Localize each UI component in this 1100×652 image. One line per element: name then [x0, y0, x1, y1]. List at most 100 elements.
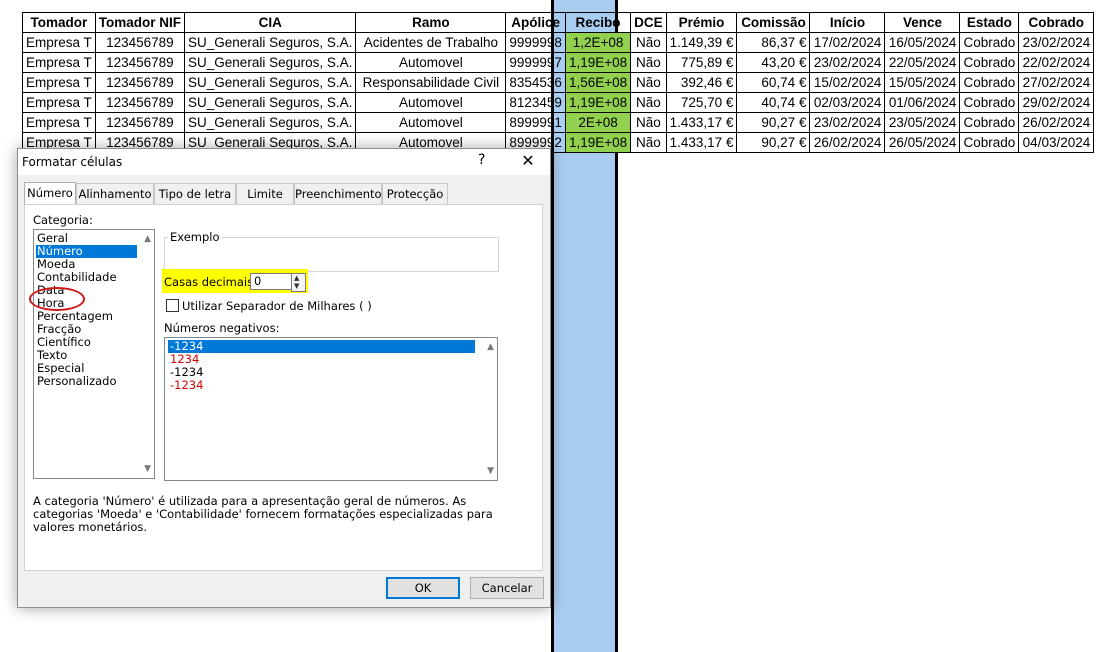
cell-recibo[interactable]: 1,19E+08 — [564, 132, 632, 153]
cell-premio[interactable]: 392,46 € — [665, 72, 738, 93]
header-comissao[interactable]: Comissão — [736, 12, 811, 33]
cell-apolice[interactable]: 8123459 — [505, 92, 566, 113]
spin-up-icon[interactable]: ▲ — [294, 274, 299, 282]
cell-recibo[interactable]: 1,56E+08 — [564, 72, 632, 93]
scroll-up-icon[interactable]: ▲ — [487, 342, 494, 352]
cell-nif[interactable]: 123456789 — [94, 112, 186, 133]
cell-recibo[interactable]: 2E+08 — [564, 112, 632, 133]
header-dce[interactable]: DCE — [630, 12, 667, 33]
header-premio[interactable]: Prémio — [665, 12, 738, 33]
cell-ramo[interactable]: Automovel — [355, 52, 507, 73]
cell-estado[interactable]: Cobrado — [959, 92, 1020, 113]
scroll-down-icon[interactable]: ▼ — [487, 466, 494, 476]
cell-tomador[interactable]: Empresa T — [22, 112, 96, 133]
cell-tomador[interactable]: Empresa T — [22, 72, 96, 93]
tab-numero[interactable]: Número — [24, 182, 76, 206]
cell-comissao[interactable]: 40,74 € — [736, 92, 811, 113]
header-cia[interactable]: CIA — [184, 12, 357, 33]
cell-estado[interactable]: Cobrado — [959, 112, 1020, 133]
category-list[interactable]: Geral Número Moeda Contabilidade Data Ho… — [33, 229, 155, 479]
negative-format-item-selected[interactable]: -1234 — [168, 340, 475, 353]
cell-vence[interactable]: 22/05/2024 — [884, 52, 961, 73]
cell-ramo[interactable]: Automovel — [355, 92, 507, 113]
cell-dce[interactable]: Não — [630, 132, 667, 153]
spin-down-icon[interactable]: ▼ — [294, 282, 299, 290]
cell-inicio[interactable]: 23/02/2024 — [809, 52, 886, 73]
cell-comissao[interactable]: 86,37 € — [736, 32, 811, 53]
cell-inicio[interactable]: 23/02/2024 — [809, 112, 886, 133]
cell-dce[interactable]: Não — [630, 92, 667, 113]
cell-recibo[interactable]: 1,19E+08 — [564, 92, 632, 113]
cell-inicio[interactable]: 17/02/2024 — [809, 32, 886, 53]
cell-comissao[interactable]: 90,27 € — [736, 132, 811, 153]
cell-estado[interactable]: Cobrado — [959, 132, 1020, 153]
header-ramo[interactable]: Ramo — [355, 12, 507, 33]
cell-apolice[interactable]: 8999991 — [505, 112, 566, 133]
cell-cia[interactable]: SU_Generali Seguros, S.A. — [184, 32, 357, 53]
header-tomador[interactable]: Tomador — [22, 12, 96, 33]
cell-vence[interactable]: 16/05/2024 — [884, 32, 961, 53]
thousands-separator-checkbox[interactable] — [166, 299, 179, 312]
cell-inicio[interactable]: 02/03/2024 — [809, 92, 886, 113]
category-item[interactable]: Personalizado — [36, 375, 117, 388]
negative-format-item[interactable]: -1234 — [168, 379, 203, 392]
cell-vence[interactable]: 01/06/2024 — [884, 92, 961, 113]
ok-button[interactable]: OK — [386, 577, 460, 599]
cell-nif[interactable]: 123456789 — [94, 52, 186, 73]
cell-nif[interactable]: 123456789 — [94, 92, 186, 113]
cell-apolice[interactable]: 8354536 — [505, 72, 566, 93]
cell-vence[interactable]: 15/05/2024 — [884, 72, 961, 93]
dialog-titlebar[interactable]: Formatar células ? ✕ — [18, 149, 550, 175]
cell-cia[interactable]: SU_Generali Seguros, S.A. — [184, 52, 357, 73]
scroll-down-icon[interactable]: ▼ — [144, 464, 151, 474]
cell-dce[interactable]: Não — [630, 72, 667, 93]
cell-cia[interactable]: SU_Generali Seguros, S.A. — [184, 92, 357, 113]
cell-cobrado[interactable]: 29/02/2024 — [1018, 92, 1095, 113]
cell-dce[interactable]: Não — [630, 52, 667, 73]
header-cobrado[interactable]: Cobrado — [1018, 12, 1095, 33]
cancel-button[interactable]: Cancelar — [470, 577, 544, 599]
tab-preenchimento[interactable]: Preenchimento — [294, 183, 382, 205]
header-vence[interactable]: Vence — [884, 12, 961, 33]
cell-cobrado[interactable]: 23/02/2024 — [1018, 32, 1095, 53]
cell-vence[interactable]: 23/05/2024 — [884, 112, 961, 133]
scroll-up-icon[interactable]: ▲ — [144, 234, 151, 244]
cell-cia[interactable]: SU_Generali Seguros, S.A. — [184, 112, 357, 133]
header-inicio[interactable]: Início — [809, 12, 886, 33]
tab-tipo-de-letra[interactable]: Tipo de letra — [154, 183, 236, 205]
cell-recibo[interactable]: 1,2E+08 — [564, 32, 632, 53]
cell-ramo[interactable]: Acidentes de Trabalho — [355, 32, 507, 53]
cell-ramo[interactable]: Automovel — [355, 112, 507, 133]
cell-cobrado[interactable]: 27/02/2024 — [1018, 72, 1095, 93]
cell-cobrado[interactable]: 04/03/2024 — [1018, 132, 1095, 153]
cell-comissao[interactable]: 43,20 € — [736, 52, 811, 73]
negative-numbers-list[interactable]: -1234 1234 -1234 -1234 ▲ ▼ — [164, 337, 498, 481]
close-icon[interactable]: ✕ — [516, 151, 540, 171]
cell-premio[interactable]: 1.433,17 € — [665, 132, 738, 153]
cell-dce[interactable]: Não — [630, 112, 667, 133]
decimal-places-input[interactable]: 0 — [250, 273, 295, 290]
cell-nif[interactable]: 123456789 — [94, 32, 186, 53]
tab-alinhamento[interactable]: Alinhamento — [76, 183, 154, 205]
cell-estado[interactable]: Cobrado — [959, 72, 1020, 93]
cell-inicio[interactable]: 15/02/2024 — [809, 72, 886, 93]
cell-premio[interactable]: 1.433,17 € — [665, 112, 738, 133]
header-recibo[interactable]: Recibo — [564, 12, 632, 33]
cell-cia[interactable]: SU_Generali Seguros, S.A. — [184, 72, 357, 93]
cell-tomador[interactable]: Empresa T — [22, 32, 96, 53]
cell-dce[interactable]: Não — [630, 32, 667, 53]
cell-premio[interactable]: 775,89 € — [665, 52, 738, 73]
thousands-separator-label[interactable]: Utilizar Separador de Milhares ( ) — [182, 299, 372, 313]
cell-cobrado[interactable]: 26/02/2024 — [1018, 112, 1095, 133]
help-button[interactable]: ? — [478, 152, 485, 168]
cell-vence[interactable]: 26/05/2024 — [884, 132, 961, 153]
cell-comissao[interactable]: 60,74 € — [736, 72, 811, 93]
tab-limite[interactable]: Limite — [236, 183, 294, 205]
cell-ramo[interactable]: Responsabilidade Civil — [355, 72, 507, 93]
cell-apolice[interactable]: 9999997 — [505, 52, 566, 73]
cell-estado[interactable]: Cobrado — [959, 52, 1020, 73]
cell-tomador[interactable]: Empresa T — [22, 92, 96, 113]
cell-tomador[interactable]: Empresa T — [22, 52, 96, 73]
header-apolice[interactable]: Apólice — [505, 12, 566, 33]
cell-premio[interactable]: 725,70 € — [665, 92, 738, 113]
